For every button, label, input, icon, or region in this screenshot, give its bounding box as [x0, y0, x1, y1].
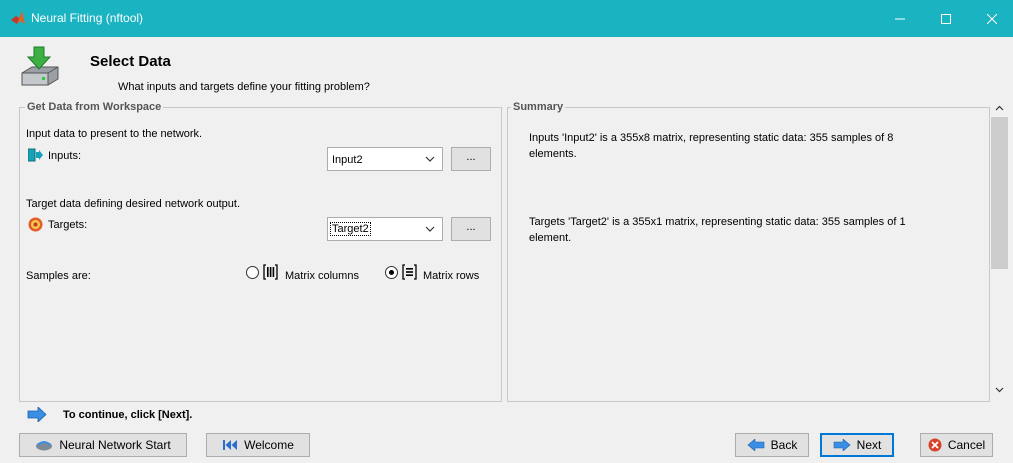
inputs-summary-line2: elements.	[529, 148, 577, 160]
inputs-select-value: Input2	[332, 154, 363, 166]
download-drive-icon	[21, 46, 59, 86]
arrow-right-icon	[833, 439, 851, 451]
matrix-rows-label[interactable]: Matrix rows	[423, 270, 479, 282]
targets-label: Targets:	[48, 219, 88, 231]
close-button[interactable]	[969, 0, 1013, 37]
scrollbar-thumb[interactable]	[991, 117, 1008, 269]
samples-label: Samples are:	[26, 270, 91, 282]
next-label: Next	[856, 438, 882, 452]
page-subtitle: What inputs and targets define your fitt…	[118, 81, 370, 93]
summary-panel	[507, 107, 990, 402]
chevron-down-icon	[425, 226, 435, 232]
window-title: Neural Fitting (nftool)	[31, 11, 144, 25]
matrix-rows-icon	[402, 264, 417, 280]
cancel-icon	[928, 438, 942, 452]
inputs-label: Inputs:	[48, 150, 82, 162]
neural-network-icon	[36, 441, 53, 451]
next-button[interactable]: Next	[820, 433, 894, 457]
continue-hint: To continue, click [Next].	[63, 409, 193, 421]
targets-select-value: Target2	[330, 222, 371, 236]
maximize-icon	[941, 13, 951, 24]
target-icon	[28, 217, 43, 232]
matrix-columns-icon	[263, 264, 278, 280]
welcome-label: Welcome	[244, 438, 294, 452]
page-title: Select Data	[90, 53, 171, 70]
back-label: Back	[770, 438, 798, 452]
cancel-button[interactable]: Cancel	[920, 433, 993, 457]
workspace-panel-label: Get Data from Workspace	[25, 101, 164, 113]
chevron-down-icon[interactable]	[995, 385, 1004, 394]
inputs-summary-line1: Inputs 'Input2' is a 355x8 matrix, repre…	[529, 132, 894, 144]
minimize-button[interactable]	[877, 0, 923, 37]
inputs-select[interactable]: Input2	[327, 147, 443, 171]
cancel-label: Cancel	[947, 438, 986, 452]
summary-scrollbar[interactable]	[991, 97, 1008, 402]
targets-summary-line2: element.	[529, 232, 572, 244]
maximize-button[interactable]	[923, 0, 969, 37]
chevron-down-icon	[425, 156, 435, 162]
input-icon	[28, 148, 43, 162]
targets-browse-button[interactable]: ...	[451, 217, 491, 241]
chevron-up-icon[interactable]	[995, 104, 1004, 113]
radio-matrix-columns[interactable]	[246, 266, 259, 279]
targets-summary-line1: Targets 'Target2' is a 355x1 matrix, rep…	[529, 216, 906, 228]
inputs-description: Input data to present to the network.	[26, 128, 203, 140]
close-icon	[987, 13, 997, 24]
summary-panel-label: Summary	[511, 101, 566, 113]
back-button[interactable]: Back	[735, 433, 809, 457]
matrix-columns-label[interactable]: Matrix columns	[285, 270, 359, 282]
neural-network-start-button[interactable]: Neural Network Start	[19, 433, 187, 457]
welcome-button[interactable]: Welcome	[206, 433, 310, 457]
radio-matrix-rows[interactable]	[385, 266, 398, 279]
rewind-icon	[223, 440, 238, 450]
neural-network-start-label: Neural Network Start	[59, 438, 171, 452]
inputs-browse-button[interactable]: ...	[451, 147, 491, 171]
title-bar: Neural Fitting (nftool)	[0, 0, 1013, 37]
targets-select[interactable]: Target2	[327, 217, 443, 241]
matlab-icon	[11, 11, 25, 24]
minimize-icon	[895, 18, 905, 19]
targets-description: Target data defining desired network out…	[26, 198, 241, 210]
arrow-left-icon	[747, 439, 764, 451]
arrow-right-icon	[27, 407, 47, 422]
